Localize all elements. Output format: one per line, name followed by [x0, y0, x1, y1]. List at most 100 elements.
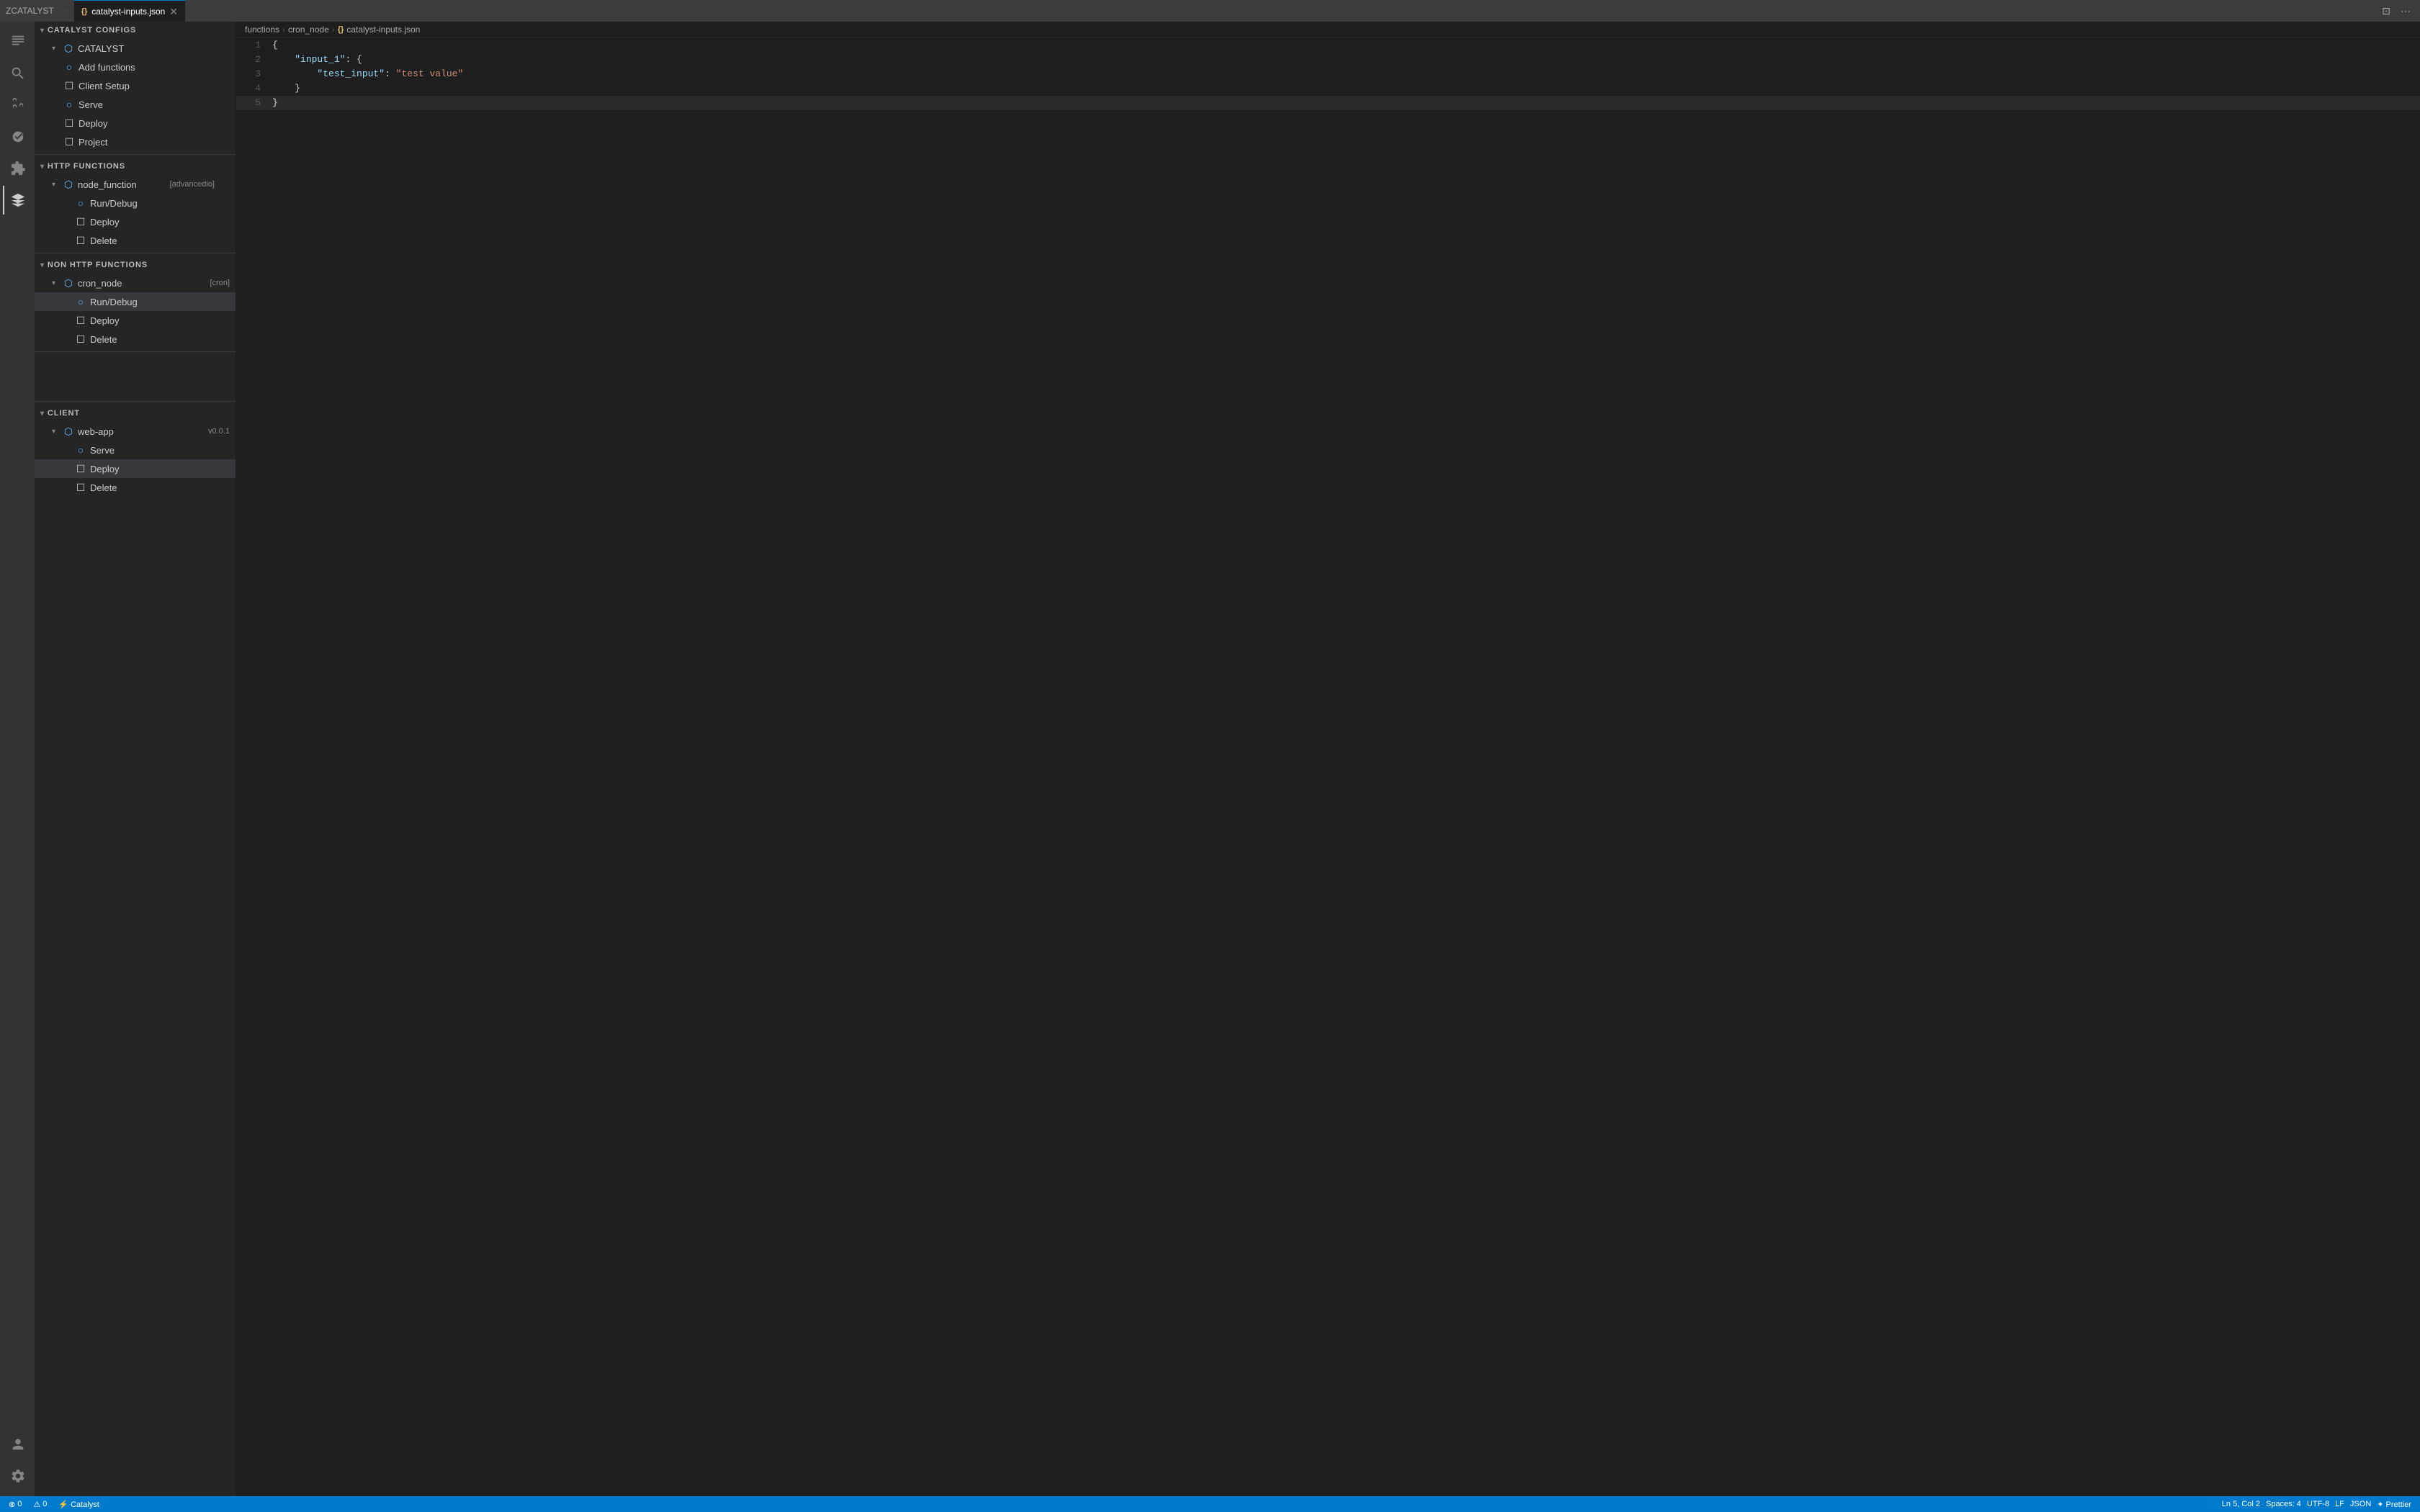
serve-client-item[interactable]: ○ Serve [35, 441, 236, 459]
deploy-http-item[interactable]: ☐ Deploy [35, 212, 236, 231]
encoding[interactable]: UTF-8 [2304, 1496, 2332, 1512]
language-label: JSON [2350, 1500, 2371, 1508]
serve-catalyst-label: Serve [79, 99, 230, 110]
prettier[interactable]: ✦ Prettier [2374, 1496, 2414, 1512]
deploy-catalyst-label: Deploy [79, 118, 230, 129]
cron-node-icon: ⬡ [63, 277, 74, 289]
http-functions-section[interactable]: ▾ HTTP FUNCTIONS [35, 158, 236, 175]
run-debug-http-label: Run/Debug [90, 198, 230, 209]
eol[interactable]: LF [2332, 1496, 2347, 1512]
web-app-chevron: ▾ [52, 428, 59, 436]
web-app-icon: ⬡ [63, 426, 74, 438]
status-warnings[interactable]: ⚠ 0 [30, 1496, 50, 1512]
search-icon[interactable] [3, 59, 32, 88]
breadcrumb: functions › cron_node › {} catalyst-inpu… [236, 22, 2420, 38]
serve-catalyst-item[interactable]: ○ Serve [35, 95, 236, 114]
window-controls: ⊡ ··· [2378, 4, 2414, 19]
deploy-client-icon: ☐ [75, 463, 86, 475]
more-actions-button[interactable]: ··· [2397, 4, 2414, 19]
code-line-2: 2 "input_1": { [236, 53, 2420, 67]
catalyst-configs-label: CATALYST CONFIGS [48, 26, 136, 35]
json-file-icon: {} [81, 7, 88, 16]
add-functions-item[interactable]: ○ Add functions [35, 58, 236, 76]
delete-http-item[interactable]: ☐ Delete [35, 231, 236, 250]
line-content-5: } [272, 96, 2420, 110]
run-debug-activity-icon[interactable] [3, 122, 32, 151]
deploy-http-label: Deploy [90, 217, 230, 228]
main-area: ▾ CATALYST CONFIGS ▾ ⬡ CATALYST ⧉ ○ Add … [0, 22, 2420, 1496]
code-line-5: 5 } [236, 96, 2420, 110]
project-title: ZCATALYST [6, 6, 54, 16]
error-icon: ⊗ [9, 1500, 15, 1509]
catalyst-status[interactable]: ⚡ Catalyst [55, 1496, 102, 1512]
warning-count: 0 [42, 1500, 47, 1508]
run-debug-cron-item[interactable]: ○ Run/Debug [35, 292, 236, 311]
serve-catalyst-icon: ○ [63, 99, 75, 110]
cron-node-chevron: ▾ [52, 279, 59, 287]
split-editor-button[interactable]: ⊡ [2378, 4, 2394, 19]
activity-bar [0, 22, 35, 1496]
breadcrumb-file[interactable]: {} catalyst-inputs.json [338, 24, 421, 35]
line-content-1: { [272, 38, 2420, 53]
settings-icon[interactable] [3, 1462, 32, 1490]
web-app-group[interactable]: ▾ ⬡ web-app v0.0.1 [35, 422, 236, 441]
delete-cron-icon: ☐ [75, 333, 86, 346]
node-function-copy-button[interactable]: ⧉ [218, 178, 230, 192]
project-label: Project [79, 137, 230, 148]
catalyst-group-header[interactable]: ▾ ⬡ CATALYST ⧉ [35, 39, 236, 58]
sidebar: ▾ CATALYST CONFIGS ▾ ⬡ CATALYST ⧉ ○ Add … [35, 22, 236, 1496]
line-content-3: "test_input": "test value" [272, 67, 2420, 81]
project-item[interactable]: ☐ Project [35, 132, 236, 151]
node-function-badge: [advancedio] [170, 180, 215, 189]
indentation[interactable]: Spaces: 4 [2263, 1496, 2304, 1512]
catalyst-copy-button[interactable]: ⧉ [218, 42, 230, 55]
extensions-icon[interactable] [3, 154, 32, 183]
source-control-icon[interactable] [3, 91, 32, 120]
client-setup-icon: ☐ [63, 80, 75, 92]
deploy-cron-item[interactable]: ☐ Deploy [35, 311, 236, 330]
catalyst-configs-section[interactable]: ▾ CATALYST CONFIGS [35, 22, 236, 39]
breadcrumb-sep-2: › [332, 24, 335, 35]
catalyst-plugin-icon[interactable] [3, 186, 32, 215]
deploy-http-icon: ☐ [75, 216, 86, 228]
catalyst-chevron: ▾ [52, 45, 59, 53]
language[interactable]: JSON [2347, 1496, 2374, 1512]
tab-more-icon[interactable]: ··· [60, 6, 68, 16]
deploy-client-item[interactable]: ☐ Deploy [35, 459, 236, 478]
explorer-icon[interactable] [3, 27, 32, 56]
client-section[interactable]: ▾ CLIENT [35, 405, 236, 422]
breadcrumb-cron-node[interactable]: cron_node [288, 24, 329, 35]
delete-client-item[interactable]: ☐ Delete [35, 478, 236, 497]
project-icon: ☐ [63, 136, 75, 148]
prettier-label: ✦ Prettier [2377, 1500, 2411, 1509]
delete-cron-item[interactable]: ☐ Delete [35, 330, 236, 348]
node-function-group[interactable]: ▾ ⬡ node_function [advancedio] ⧉ [35, 175, 236, 194]
code-line-3: 3 "test_input": "test value" [236, 67, 2420, 81]
cursor-position[interactable]: Ln 5, Col 2 [2219, 1496, 2263, 1512]
divider-3 [35, 351, 236, 352]
deploy-catalyst-item[interactable]: ☐ Deploy [35, 114, 236, 132]
non-http-section[interactable]: ▾ NON HTTP FUNCTIONS [35, 256, 236, 274]
tab-close-button[interactable]: ✕ [169, 6, 178, 17]
divider-1 [35, 154, 236, 155]
status-errors[interactable]: ⊗ 0 [6, 1496, 24, 1512]
node-function-chevron: ▾ [52, 181, 59, 189]
cron-node-group[interactable]: ▾ ⬡ cron_node [cron] [35, 274, 236, 292]
section-chevron: ▾ [40, 27, 45, 35]
eol-label: LF [2335, 1500, 2344, 1508]
code-editor[interactable]: 1 { 2 "input_1": { 3 "test_input": "test… [236, 38, 2420, 1496]
line-num-5: 5 [236, 96, 272, 110]
account-icon[interactable] [3, 1430, 32, 1459]
client-setup-item[interactable]: ☐ Client Setup [35, 76, 236, 95]
run-debug-http-item[interactable]: ○ Run/Debug [35, 194, 236, 212]
file-tab[interactable]: {} catalyst-inputs.json ✕ [74, 0, 185, 22]
http-chevron: ▾ [40, 163, 45, 171]
cron-node-label: cron_node [78, 278, 203, 289]
catalyst-group-label: CATALYST [78, 43, 215, 54]
add-functions-label: Add functions [79, 62, 230, 73]
breadcrumb-json-icon: {} [338, 25, 344, 34]
node-function-icon: ⬡ [63, 179, 74, 191]
breadcrumb-sep-1: › [282, 24, 285, 35]
breadcrumb-functions[interactable]: functions [245, 24, 279, 35]
delete-client-icon: ☐ [75, 482, 86, 494]
